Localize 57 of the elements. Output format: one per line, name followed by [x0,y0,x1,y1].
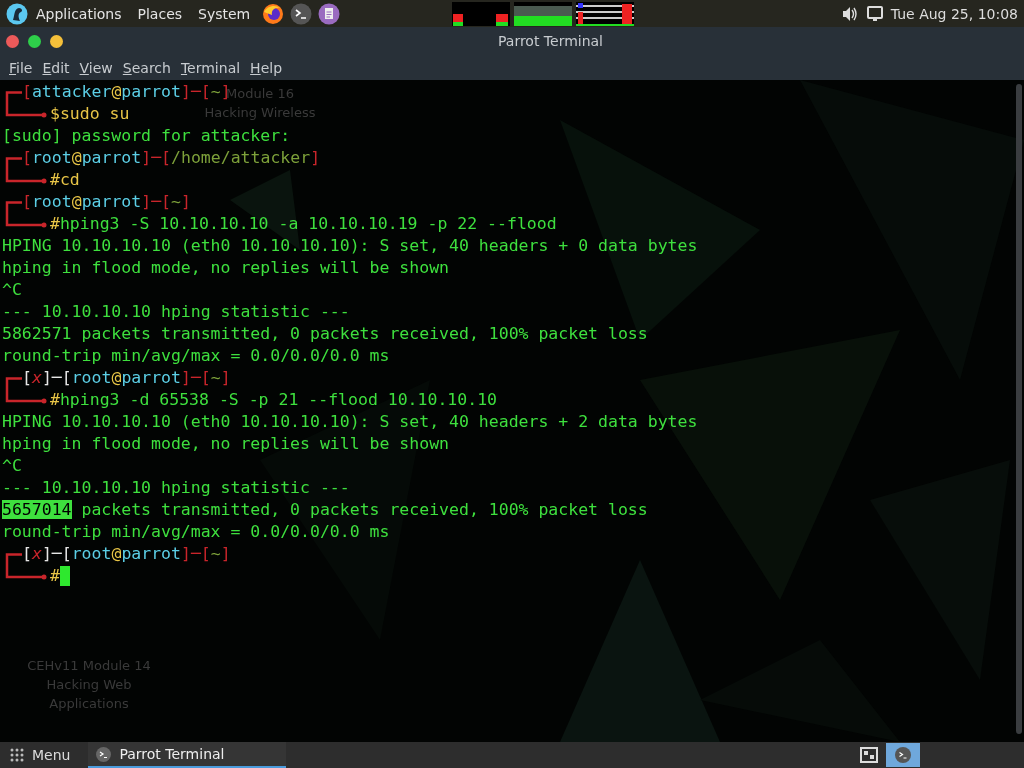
panel-menu[interactable]: Applications [28,5,130,22]
output-line: hping in flood mode, no replies will be shown [2,433,450,455]
menu-item[interactable]: Terminal [175,59,246,76]
output-line: round-trip min/avg/max = 0.0/0.0/0.0 ms [2,521,390,543]
menu-item[interactable]: Edit [37,59,75,76]
output-line: 5657014 packets transmitted, 0 packets received, 100% packet loss [2,499,648,521]
desktop-icon-label: Applications [49,695,129,713]
display-icon[interactable] [866,6,883,21]
close-button[interactable] [6,34,19,48]
command-line: # [50,565,60,587]
scrollbar[interactable] [1016,84,1022,734]
menu-item[interactable]: Search [117,59,176,76]
workspace-icon [860,747,878,763]
menu-item[interactable]: File [4,59,38,76]
output-line: HPING 10.10.10.10 (eth0 10.10.10.10): S set, 40 headers + 2 data bytes [2,411,698,433]
prompt-line: [x]─[root@parrot]─[~] [22,367,231,389]
command-line: #hping3 -d 65538 -S -p 21 --flood 10.10.10.10 [50,389,498,411]
output-line: --- 10.10.10.10 hping statistic --- [2,477,350,499]
minimize-button[interactable] [50,34,63,48]
prompt-line: [root@parrot]─[~] [22,191,191,213]
output-line: 5862571 packets transmitted, 0 packets received, 100% packet loss [2,323,648,345]
desktop-icon-label: CEHv11 Module 14 [27,657,151,675]
load-graph-icon [514,1,573,26]
panel-menu[interactable]: System [190,5,259,22]
load-graph-icon [452,1,511,26]
menu-item[interactable]: View [74,59,118,76]
command-line: #hping3 -S 10.10.10.10 -a 10.10.10.19 -p 22 --flood [50,213,557,235]
output-line: ^C [2,279,22,301]
terminal-icon [895,747,911,763]
desktop-icon-label: Hacking Wireless [204,104,316,122]
taskbar-item[interactable]: Parrot Terminal [88,742,287,768]
firefox-icon[interactable] [262,2,285,25]
panel-menu[interactable]: Places [129,5,191,22]
output-line: ^C [2,455,22,477]
command-line: #cd [50,169,80,191]
output-line: [sudo] password for attacker: [2,125,291,147]
output-line: --- 10.10.10.10 hping statistic --- [2,301,350,323]
load-graph-icon [576,1,635,26]
command-line: $sudo su [50,103,130,125]
desktop-icon-label: Hacking Web [46,676,132,694]
terminal-icon[interactable] [290,2,313,25]
parrot-logo-icon[interactable] [6,2,28,25]
clock[interactable]: Tue Aug 25, 10:08 [890,5,1018,22]
text-editor-icon[interactable] [318,2,341,25]
output-line: hping in flood mode, no replies will be shown [2,257,450,279]
prompt-line: [root@parrot]─[/home/attacker] [22,147,321,169]
desktop-icon-label: Module 16 [226,86,294,103]
prompt-line: [x]─[root@parrot]─[~] [22,543,231,565]
maximize-button[interactable] [28,34,41,48]
volume-icon[interactable] [841,5,858,22]
menu-button[interactable]: Menu [0,742,81,768]
output-line: HPING 10.10.10.10 (eth0 10.10.10.10): S set, 40 headers + 0 data bytes [2,235,698,257]
terminal-icon [96,746,112,762]
grid-icon [10,748,24,762]
menu-item[interactable]: Help [245,59,288,76]
output-line: round-trip min/avg/max = 0.0/0.0/0.0 ms [2,345,390,367]
window-title: Parrot Terminal [497,33,604,49]
